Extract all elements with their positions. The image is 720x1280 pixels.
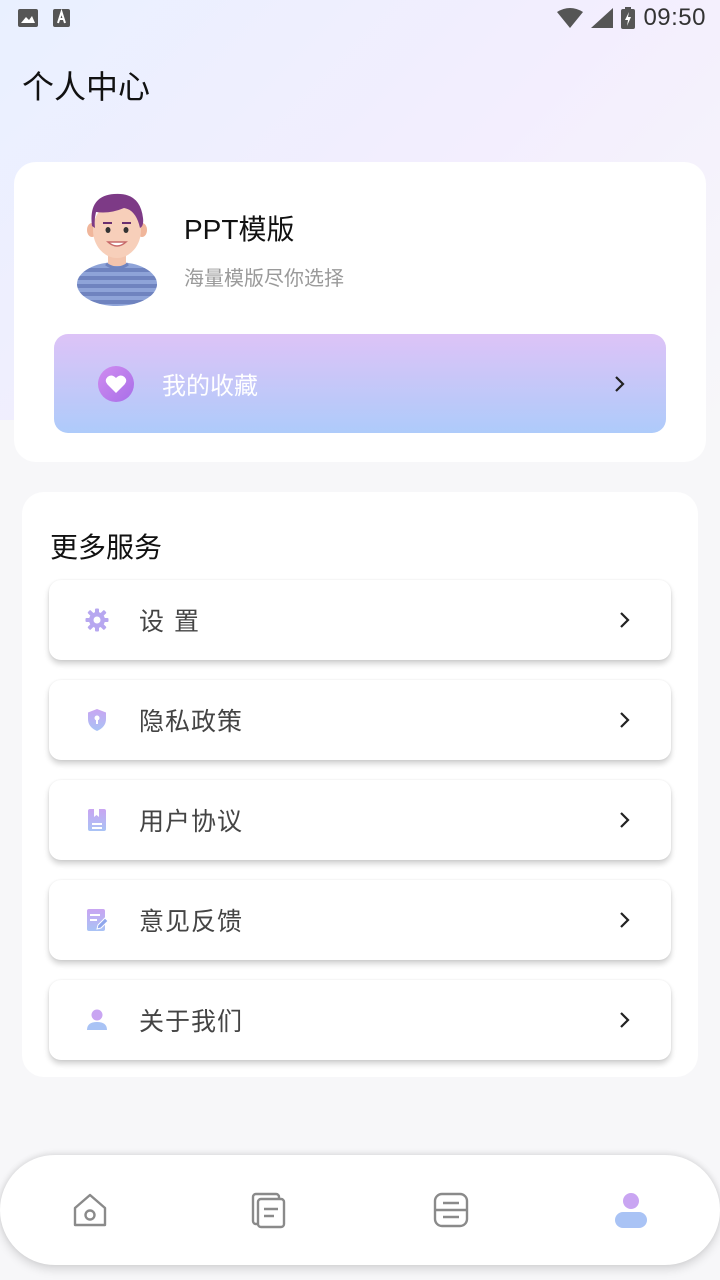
favorites-button[interactable]: 我的收藏 [54,334,666,433]
settings-label: 设 置 [139,607,200,636]
user-agreement-item[interactable]: 用户协议 [49,780,671,860]
document-icon [251,1192,286,1229]
battery-charging-icon [621,7,636,29]
chevron-right-icon [620,612,630,628]
user-icon [87,1009,107,1030]
nav-scan[interactable] [431,1190,471,1230]
chevron-right-icon [620,712,630,728]
nav-profile[interactable] [611,1190,651,1230]
status-time: 09:50 [643,4,706,31]
agreement-icon [88,809,106,831]
profile-name: PPT模版 [184,214,295,245]
chevron-right-icon [620,1012,630,1028]
about-us-item[interactable]: 关于我们 [49,980,671,1060]
bottom-nav [0,1155,720,1265]
services-card: 更多服务 设 置 隐私政策 用户协议 意见反馈 关于我们 [22,492,698,1077]
privacy-policy-label: 隐私政策 [139,707,244,736]
feedback-icon [87,909,109,931]
shield-icon [88,709,106,731]
about-us-label: 关于我们 [139,1007,244,1036]
heart-icon [98,365,134,402]
scan-icon [433,1192,469,1228]
wifi-icon [557,8,584,28]
chevron-right-icon [620,812,630,828]
page-title: 个人中心 [22,68,151,106]
settings-item[interactable]: 设 置 [49,580,671,660]
nav-documents[interactable] [249,1190,289,1230]
profile-subtitle: 海量模版尽你选择 [184,266,344,290]
image-icon [18,9,38,27]
signal-icon [591,8,614,28]
chevron-right-icon [615,375,625,392]
nav-home[interactable] [70,1190,110,1230]
avatar[interactable] [70,188,164,306]
status-bar: 09:50 [0,0,720,36]
profile-icon [615,1193,647,1228]
chevron-right-icon [620,912,630,928]
feedback-label: 意见反馈 [139,907,244,936]
home-icon [73,1193,107,1227]
privacy-policy-item[interactable]: 隐私政策 [49,680,671,760]
favorites-label: 我的收藏 [162,372,258,400]
profile-card: PPT模版 海量模版尽你选择 我的收藏 [14,162,706,462]
services-title: 更多服务 [50,531,163,564]
user-agreement-label: 用户协议 [139,807,244,836]
gear-icon [85,608,109,632]
feedback-item[interactable]: 意见反馈 [49,880,671,960]
a-icon [53,9,70,27]
